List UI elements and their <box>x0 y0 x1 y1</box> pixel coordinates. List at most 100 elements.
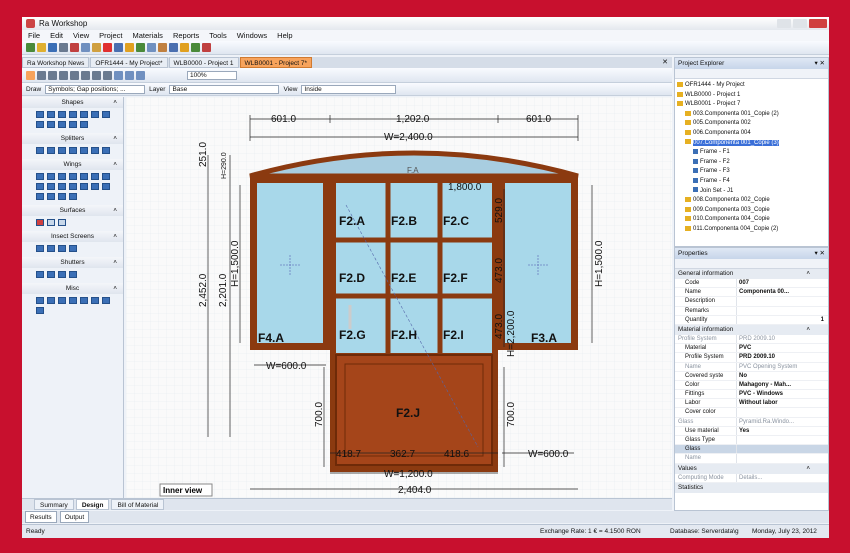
tree-item[interactable]: OFR1444 - My Project <box>677 81 826 91</box>
prop-value[interactable]: PRD 2009.10 <box>737 335 828 343</box>
surface-icon[interactable] <box>36 219 44 226</box>
prop-value[interactable]: Pyramid.Ra.Windo... <box>737 418 828 426</box>
misc-icon[interactable] <box>58 297 66 304</box>
output-button[interactable]: Output <box>59 511 90 523</box>
category-general[interactable]: General information ˄ <box>675 269 828 279</box>
prop-value[interactable] <box>737 408 828 416</box>
prop-row[interactable]: Use material Yes <box>675 426 828 436</box>
surface-icon[interactable] <box>58 219 66 226</box>
wing-icon[interactable] <box>36 183 44 190</box>
splitter-icon[interactable] <box>102 147 110 154</box>
shutter-icon[interactable] <box>69 271 77 278</box>
cut-icon[interactable] <box>70 43 79 52</box>
tab-wlb0000[interactable]: WLB0000 - Project 1 <box>168 57 239 68</box>
zoom-out-icon[interactable] <box>125 70 134 80</box>
prop-value[interactable]: 007 <box>737 279 828 287</box>
menu-tools[interactable]: Tools <box>209 31 227 40</box>
prop-value[interactable]: 1 <box>737 316 828 324</box>
shape-icon[interactable] <box>47 111 55 118</box>
maximize-icon[interactable] <box>793 19 807 28</box>
prop-row[interactable]: Profile System PRD 2009.10 <box>675 353 828 363</box>
tree-item[interactable]: Frame - F3 <box>677 167 826 177</box>
shutter-icon[interactable] <box>58 271 66 278</box>
design-canvas[interactable]: F4.A F3.A F2.A F2.B F2.C F2.D F2.E F2.F … <box>126 97 672 498</box>
prop-value[interactable]: Mahagony - Mah... <box>737 381 828 389</box>
shape-icon[interactable] <box>102 111 110 118</box>
prop-row[interactable]: Glass Pyramid.Ra.Windo... <box>675 417 828 427</box>
pin-icon[interactable]: ▾ ✕ <box>814 248 825 259</box>
tree-item[interactable]: Frame - F2 <box>677 158 826 168</box>
tree-item[interactable]: Join Set - J1 <box>677 187 826 197</box>
shape-icon[interactable] <box>80 111 88 118</box>
insect-screen-icon[interactable] <box>58 245 66 252</box>
zoom-select[interactable]: 100% <box>187 70 237 80</box>
tab-design[interactable]: Design <box>75 499 110 510</box>
shape-icon[interactable] <box>36 121 44 128</box>
misc-icon[interactable] <box>36 307 44 314</box>
tool-icon[interactable] <box>136 43 145 52</box>
splitter-icon[interactable] <box>91 147 99 154</box>
prop-row[interactable]: Remarks <box>675 306 828 316</box>
prop-value[interactable] <box>737 307 828 315</box>
section-shapes[interactable]: Shapes ˄ <box>22 97 123 108</box>
wing-icon[interactable] <box>58 183 66 190</box>
section-splitters[interactable]: Splitters ˄ <box>22 133 123 144</box>
tool-icon[interactable] <box>202 43 211 52</box>
delete-icon[interactable] <box>103 43 112 52</box>
menu-edit[interactable]: Edit <box>50 31 63 40</box>
menu-help[interactable]: Help <box>277 31 292 40</box>
prop-row[interactable]: Covered syste No <box>675 371 828 381</box>
tool-icon[interactable] <box>37 70 46 80</box>
tool-icon[interactable] <box>114 43 123 52</box>
wing-icon[interactable] <box>69 193 77 200</box>
prop-row[interactable]: Cover color <box>675 408 828 418</box>
splitter-icon[interactable] <box>69 147 77 154</box>
tree-item[interactable]: 006.Componenta 004 <box>677 129 826 139</box>
prop-row[interactable]: Name Componenta 00... <box>675 288 828 298</box>
prop-value[interactable]: Details... <box>737 474 828 482</box>
prop-row[interactable]: Name <box>675 454 828 464</box>
misc-icon[interactable] <box>47 297 55 304</box>
shape-icon[interactable] <box>58 121 66 128</box>
tool-icon[interactable] <box>147 43 156 52</box>
paste-icon[interactable] <box>92 43 101 52</box>
select-icon[interactable] <box>26 70 35 80</box>
wing-icon[interactable] <box>69 183 77 190</box>
insect-screen-icon[interactable] <box>69 245 77 252</box>
prop-value[interactable]: Without labor <box>737 399 828 407</box>
shape-icon[interactable] <box>80 121 88 128</box>
tab-ofr1444[interactable]: OFR1444 - My Project* <box>90 57 168 68</box>
view-select[interactable]: Inside <box>301 84 397 94</box>
section-shutters[interactable]: Shutters ˄ <box>22 257 123 268</box>
wing-icon[interactable] <box>91 183 99 190</box>
prop-value[interactable] <box>737 454 828 462</box>
tree-item[interactable]: 010.Componenta 004_Copie <box>677 215 826 225</box>
prop-row[interactable]: Name PVC Opening System <box>675 362 828 372</box>
misc-icon[interactable] <box>91 297 99 304</box>
wing-icon[interactable] <box>91 173 99 180</box>
menu-materials[interactable]: Materials <box>133 31 163 40</box>
layer-select[interactable]: Base <box>169 84 280 94</box>
tab-bill-of-material[interactable]: Bill of Material <box>111 499 165 510</box>
shutter-icon[interactable] <box>47 271 55 278</box>
splitter-icon[interactable] <box>36 147 44 154</box>
tree-item[interactable]: WLB0001 - Project 7 <box>677 100 826 110</box>
prop-value[interactable]: Yes <box>737 427 828 435</box>
menu-windows[interactable]: Windows <box>237 31 267 40</box>
tool-icon[interactable] <box>103 70 112 80</box>
prop-row[interactable]: Material PVC <box>675 344 828 354</box>
wing-icon[interactable] <box>58 193 66 200</box>
save-icon[interactable] <box>48 43 57 52</box>
prop-row[interactable]: Quantity 1 <box>675 315 828 325</box>
prop-row[interactable]: Code 007 <box>675 279 828 289</box>
wing-icon[interactable] <box>69 173 77 180</box>
misc-icon[interactable] <box>102 297 110 304</box>
tree-item[interactable]: 009.Componenta 003_Copie <box>677 206 826 216</box>
tree-item[interactable]: 008.Componenta 002_Copie <box>677 196 826 206</box>
tool-icon[interactable] <box>191 43 200 52</box>
shape-icon[interactable] <box>47 121 55 128</box>
menu-reports[interactable]: Reports <box>173 31 199 40</box>
section-misc[interactable]: Misc ˄ <box>22 283 123 294</box>
misc-icon[interactable] <box>69 297 77 304</box>
results-button[interactable]: Results <box>25 511 57 523</box>
